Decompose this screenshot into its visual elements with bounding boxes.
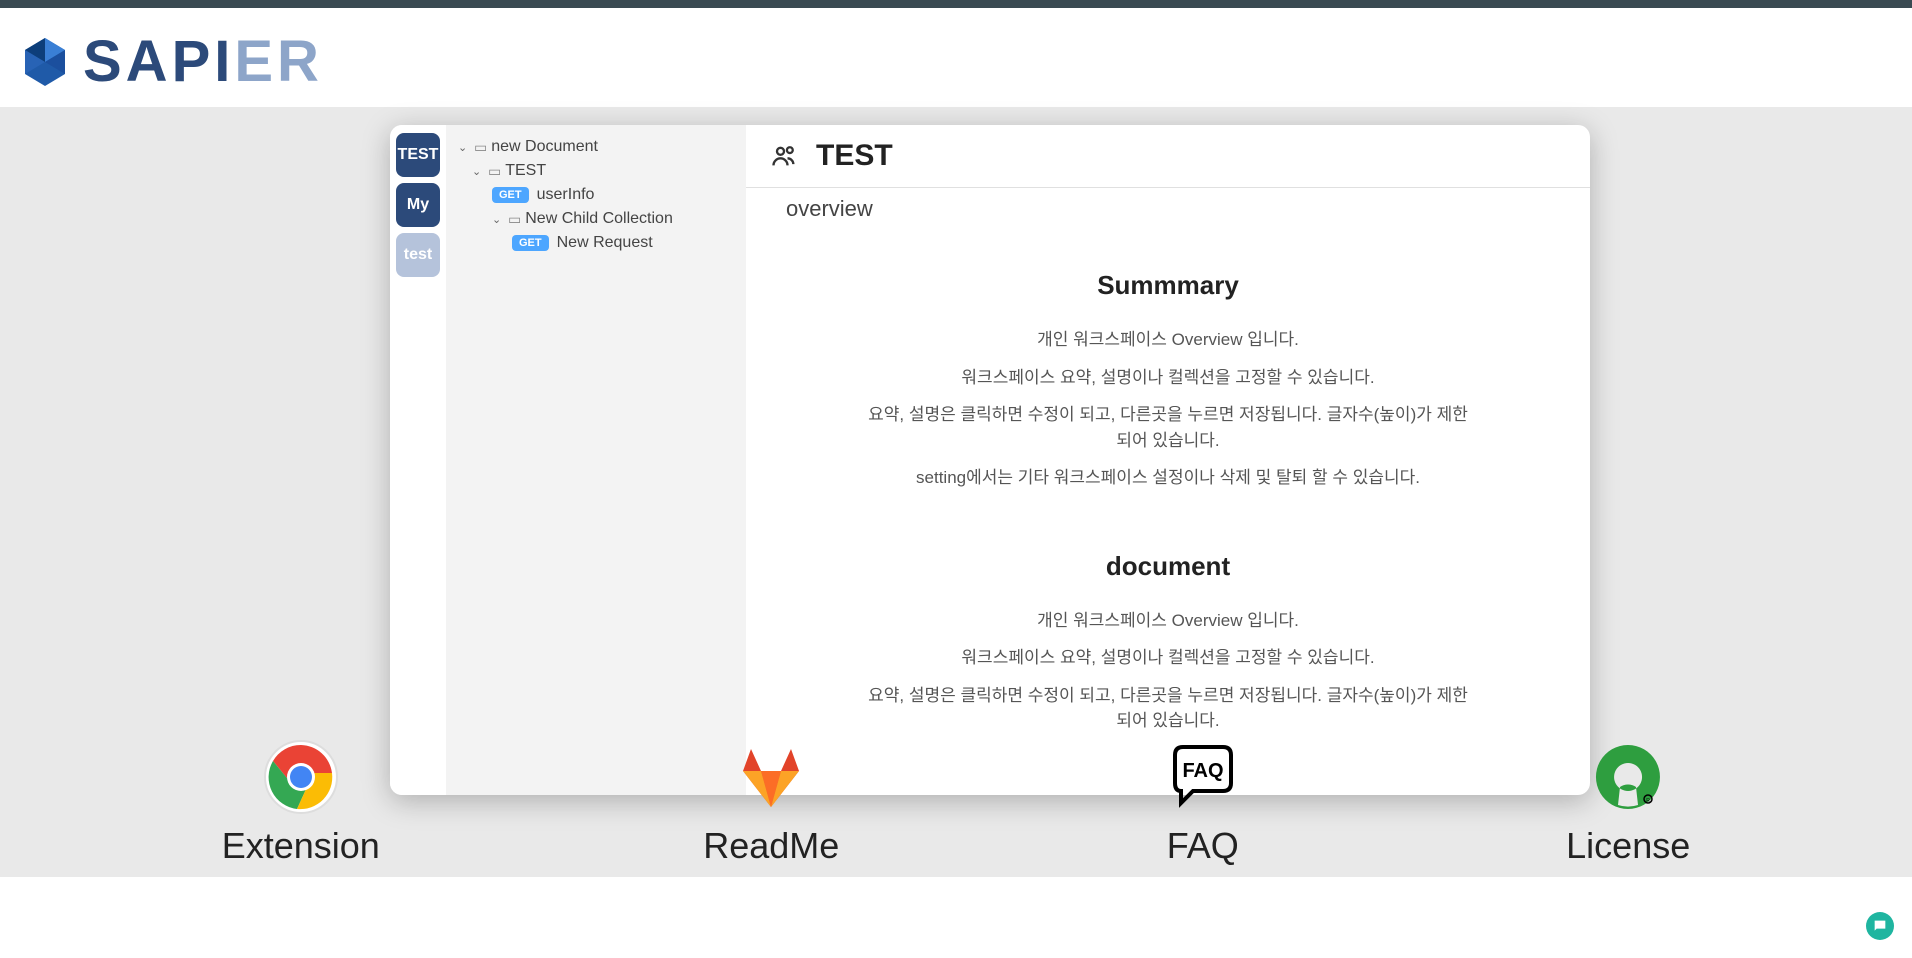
summary-text: 워크스페이스 요약, 설명이나 컬렉션을 고정할 수 있습니다. [866, 365, 1470, 391]
tree-collection-child[interactable]: ⌄ ▭ New Child Collection [454, 207, 738, 231]
link-label: FAQ [1167, 825, 1239, 867]
folder-icon: ▭ [488, 163, 501, 180]
content-panel: TEST overview Summmary 개인 워크스페이스 Overvie… [746, 125, 1590, 795]
tree-label: TEST [505, 162, 546, 180]
method-badge-get: GET [492, 187, 529, 203]
link-readme[interactable]: ReadMe [703, 737, 839, 867]
summary-text: 개인 워크스페이스 Overview 입니다. [866, 327, 1470, 353]
sidebar-tabs: TEST My test [390, 125, 446, 795]
tab-my[interactable]: My [396, 183, 440, 227]
tree-doc-test[interactable]: ⌄ ▭ TEST [454, 159, 738, 183]
content-body: Summmary 개인 워크스페이스 Overview 입니다. 워크스페이스 … [746, 222, 1590, 795]
tree-label: userInfo [537, 186, 595, 204]
tree-label: New Child Collection [525, 210, 673, 228]
sapier-logo-text: SAPIER [83, 28, 323, 95]
document-text: 워크스페이스 요약, 설명이나 컬렉션을 고정할 수 있습니다. [866, 645, 1470, 671]
folder-icon: ▭ [508, 211, 521, 228]
chat-icon [1872, 918, 1888, 934]
summary-text: setting에서는 기타 워크스페이스 설정이나 삭제 및 탈퇴 할 수 있습… [866, 465, 1470, 491]
content-subtitle: overview [746, 188, 1590, 222]
link-faq[interactable]: FAQ FAQ [1163, 737, 1243, 867]
link-extension[interactable]: Extension [222, 737, 380, 867]
chevron-down-icon: ⌄ [472, 165, 484, 178]
tree-panel: ⌄ ▭ new Document ⌄ ▭ TEST GET userInfo ⌄… [446, 125, 746, 795]
tab-test2[interactable]: test [396, 233, 440, 277]
faq-icon: FAQ [1163, 737, 1243, 817]
content-header: TEST [746, 125, 1590, 188]
tree-request-userinfo[interactable]: GET userInfo [454, 183, 738, 207]
main-area: TEST My test ⌄ ▭ new Document ⌄ ▭ TEST G… [0, 107, 1912, 877]
workspace-title: TEST [816, 139, 893, 173]
tab-test[interactable]: TEST [396, 133, 440, 177]
svg-text:R: R [1646, 798, 1650, 804]
link-label: License [1566, 825, 1690, 867]
tree-request-new[interactable]: GET New Request [454, 231, 738, 255]
chrome-icon [261, 737, 341, 817]
link-label: Extension [222, 825, 380, 867]
chat-float-button[interactable] [1866, 912, 1894, 940]
sapier-logo-icon [15, 32, 75, 92]
top-bar [0, 0, 1912, 8]
document-heading: document [866, 551, 1470, 582]
document-text: 요약, 설명은 클릭하면 수정이 되고, 다른곳을 누르면 저장됩니다. 글자수… [866, 683, 1470, 734]
gitlab-icon [731, 737, 811, 817]
svg-text:FAQ: FAQ [1182, 760, 1223, 782]
link-row: Extension ReadMe FAQ FAQ R Lice [0, 737, 1912, 877]
opensource-icon: R [1588, 737, 1668, 817]
tree-label: new Document [491, 138, 598, 156]
summary-heading: Summmary [866, 270, 1470, 301]
chevron-down-icon: ⌄ [492, 213, 504, 226]
summary-text: 요약, 설명은 클릭하면 수정이 되고, 다른곳을 누르면 저장됩니다. 글자수… [866, 402, 1470, 453]
link-license[interactable]: R License [1566, 737, 1690, 867]
logo-row: SAPIER [0, 8, 1912, 107]
tree-doc-new[interactable]: ⌄ ▭ new Document [454, 135, 738, 159]
workspace-card: TEST My test ⌄ ▭ new Document ⌄ ▭ TEST G… [390, 125, 1590, 795]
link-label: ReadMe [703, 825, 839, 867]
team-icon [770, 142, 798, 170]
chevron-down-icon: ⌄ [458, 141, 470, 154]
method-badge-get: GET [512, 235, 549, 251]
document-text: 개인 워크스페이스 Overview 입니다. [866, 608, 1470, 634]
folder-icon: ▭ [474, 139, 487, 156]
tree-label: New Request [557, 234, 653, 252]
